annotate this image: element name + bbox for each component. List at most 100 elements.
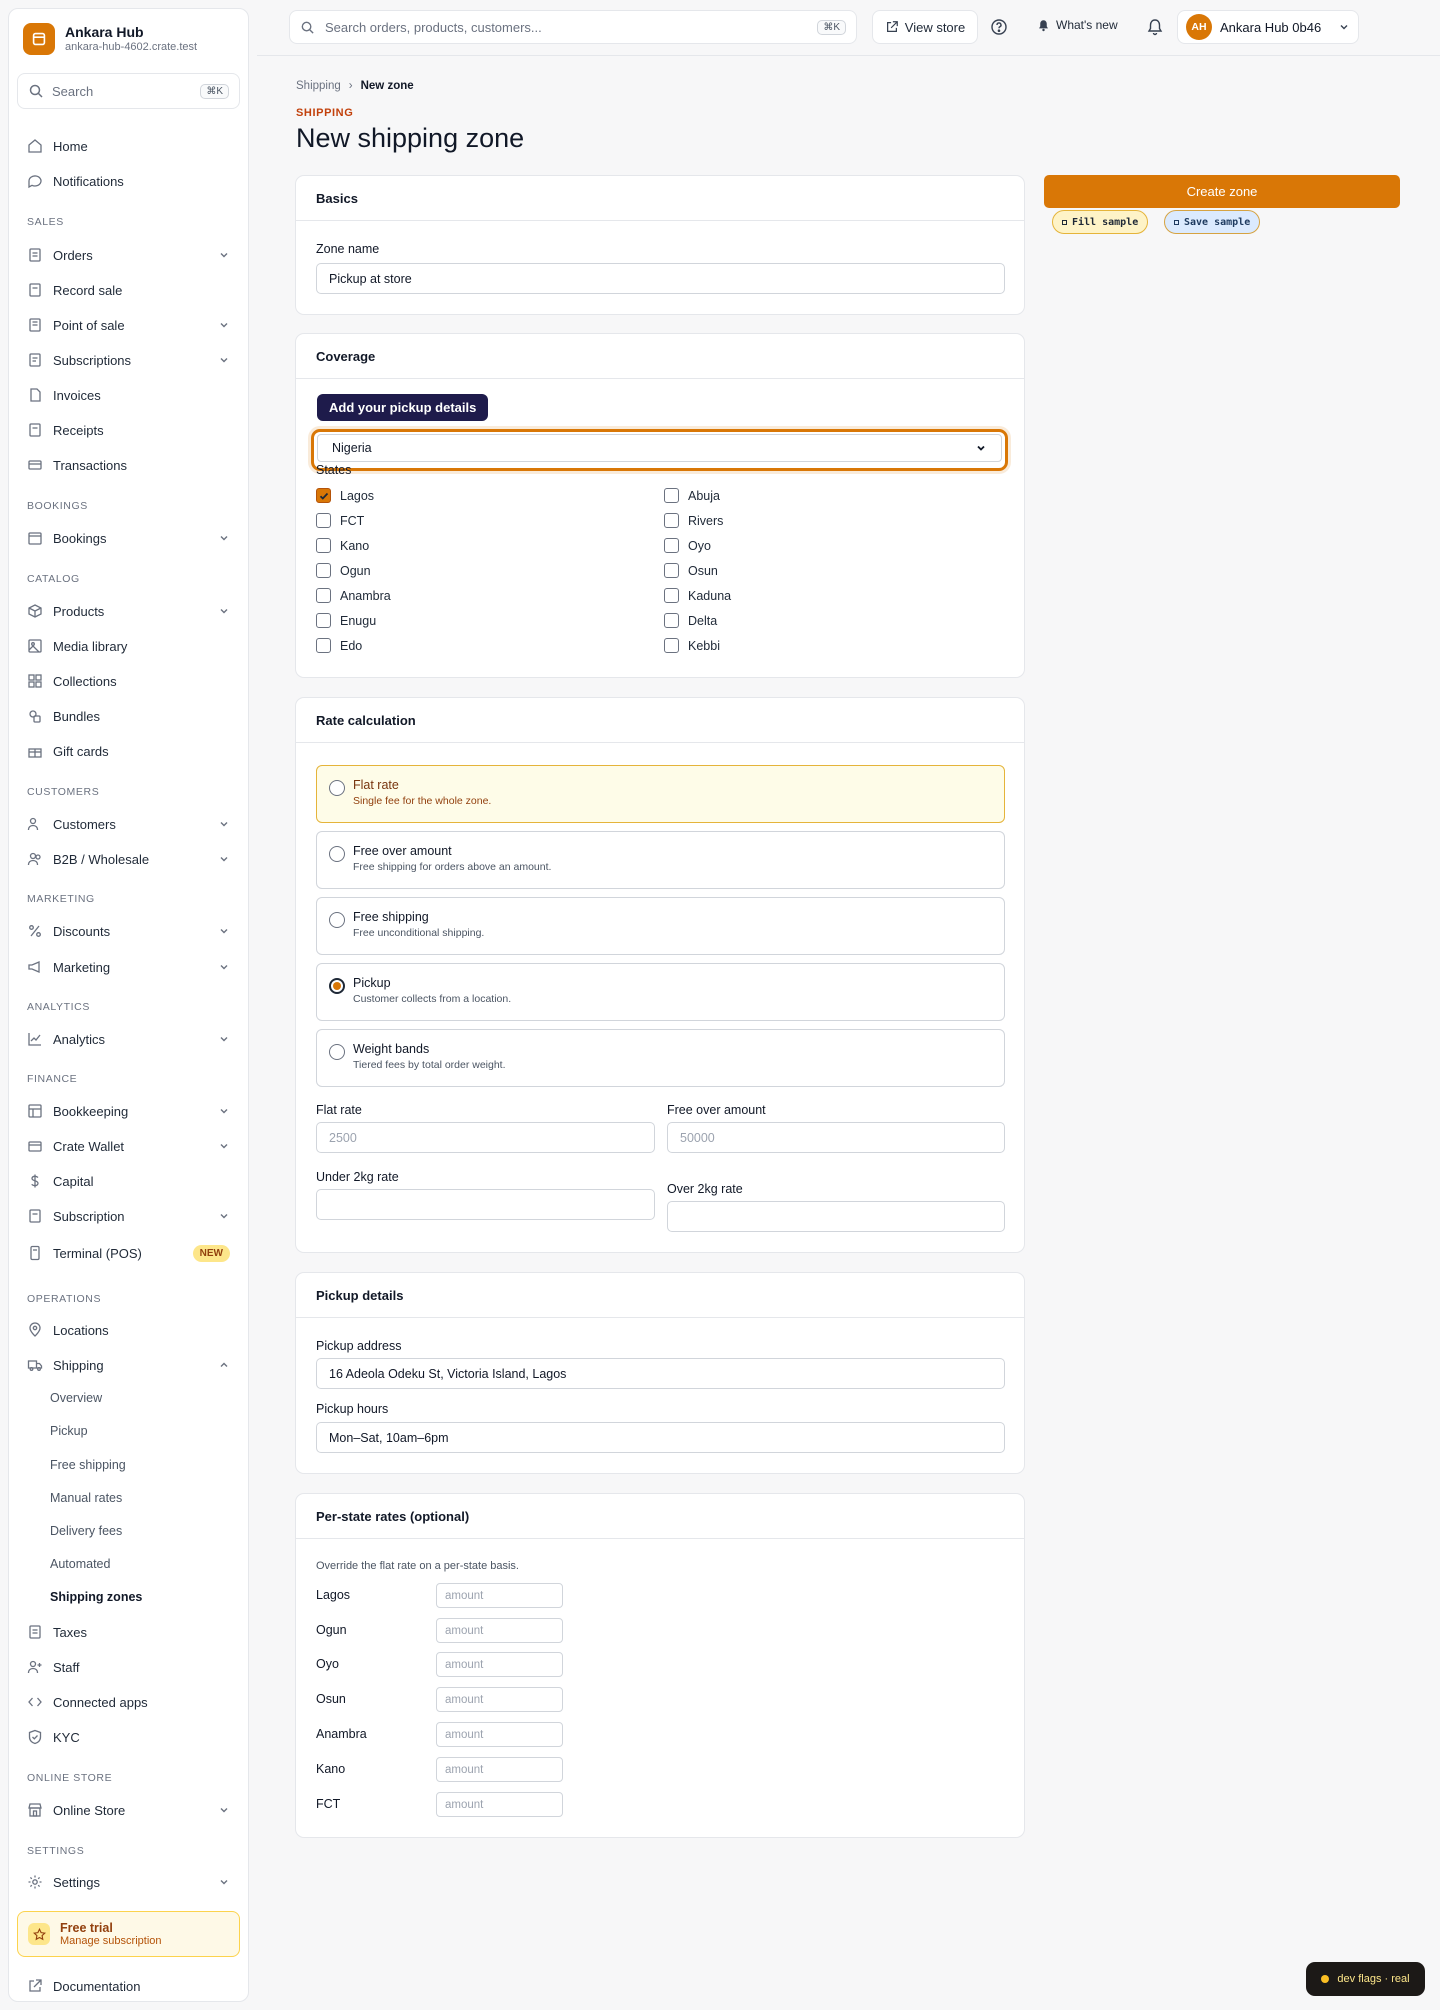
sidebar-item-invoices[interactable]: Invoices: [17, 380, 240, 410]
sidebar-item-analytics[interactable]: Analytics: [17, 1024, 240, 1054]
sidebar-item-marketing[interactable]: Marketing: [17, 952, 240, 982]
under-2kg-input[interactable]: [316, 1189, 655, 1220]
sidebar-item-collections[interactable]: Collections: [17, 666, 240, 696]
sidebar-item-discounts[interactable]: Discounts: [17, 916, 240, 946]
sidebar-item-bundles[interactable]: Bundles: [17, 701, 240, 731]
sidebar-item-gift-cards[interactable]: Gift cards: [17, 736, 240, 766]
account-menu[interactable]: AH Ankara Hub 0b46: [1177, 10, 1359, 44]
brand[interactable]: Ankara Hub ankara-hub-4602.crate.test: [23, 23, 197, 55]
rate-option-weight-bands[interactable]: Weight bands Tiered fees by total order …: [316, 1029, 1005, 1087]
sidebar-item-home[interactable]: Home: [17, 131, 240, 161]
save-sample-button[interactable]: Save sample: [1164, 210, 1261, 234]
zone-name-input[interactable]: Pickup at store: [316, 263, 1005, 294]
sidebar-subitem-delivery-fees[interactable]: Delivery fees: [50, 1521, 122, 1541]
state-checkbox-kano[interactable]: Kano: [316, 538, 369, 553]
state-checkbox-ogun[interactable]: Ogun: [316, 563, 371, 578]
view-store-button[interactable]: View store: [872, 10, 978, 44]
sidebar-item-crate-wallet[interactable]: Crate Wallet: [17, 1131, 240, 1161]
per-state-input-kano[interactable]: amount: [436, 1757, 563, 1782]
sidebar-item-subscription[interactable]: Subscription: [17, 1201, 240, 1231]
state-checkbox-oyo[interactable]: Oyo: [664, 538, 711, 553]
sidebar-item-products[interactable]: Products: [17, 596, 240, 626]
sidebar-subitem-pickup[interactable]: Pickup: [50, 1421, 88, 1441]
state-checkbox-delta[interactable]: Delta: [664, 613, 717, 628]
help-icon[interactable]: [990, 18, 1008, 36]
placeholder: amount: [445, 1589, 484, 1602]
checkbox-icon: [316, 563, 331, 578]
sidebar-item-label: Locations: [53, 1322, 109, 1338]
sidebar-item-kyc[interactable]: KYC: [17, 1722, 240, 1752]
sidebar-subitem-free-shipping[interactable]: Free shipping: [50, 1455, 126, 1475]
free-over-input[interactable]: 50000: [667, 1122, 1005, 1153]
per-state-input-oyo[interactable]: amount: [436, 1652, 563, 1677]
free-trial-banner[interactable]: Free trial Manage subscription: [17, 1911, 240, 1957]
sidebar-subitem-manual-rates[interactable]: Manual rates: [50, 1488, 122, 1508]
sidebar-subitem-overview[interactable]: Overview: [50, 1388, 102, 1408]
breadcrumb-shipping[interactable]: Shipping: [296, 80, 341, 92]
whats-new-button[interactable]: What's new: [1037, 18, 1118, 32]
state-checkbox-abuja[interactable]: Abuja: [664, 488, 720, 503]
view-store-label: View store: [904, 19, 966, 35]
create-zone-button[interactable]: Create zone: [1044, 175, 1400, 208]
sidebar-item-receipts[interactable]: Receipts: [17, 415, 240, 445]
sidebar-item-bookkeeping[interactable]: Bookkeeping: [17, 1096, 240, 1126]
pickup-hours-input[interactable]: Mon–Sat, 10am–6pm: [316, 1422, 1005, 1453]
trial-title: Free trial: [60, 1921, 113, 1935]
global-search-input[interactable]: Search orders, products, customers... ⌘K: [289, 10, 857, 44]
dev-flags-button[interactable]: dev flags · real: [1306, 1962, 1425, 1996]
per-state-input-osun[interactable]: amount: [436, 1687, 563, 1712]
sidebar-subitem-shipping-zones[interactable]: Shipping zones: [50, 1587, 142, 1607]
state-checkbox-kaduna[interactable]: Kaduna: [664, 588, 731, 603]
state-checkbox-anambra[interactable]: Anambra: [316, 588, 391, 603]
per-state-input-fct[interactable]: amount: [436, 1792, 563, 1817]
brand-url: ankara-hub-4602.crate.test: [65, 41, 198, 53]
over-2kg-input[interactable]: [667, 1201, 1005, 1232]
state-name: Ogun: [340, 563, 371, 578]
sidebar-item-shipping[interactable]: Shipping: [17, 1350, 240, 1380]
sidebar-item-terminal[interactable]: Terminal (POS) NEW: [17, 1238, 240, 1268]
state-name: Lagos: [340, 488, 375, 503]
map-pin-icon: [29, 1322, 41, 1337]
per-state-input-ogun[interactable]: amount: [436, 1618, 563, 1643]
sidebar-item-transactions[interactable]: Transactions: [17, 450, 240, 480]
sidebar-item-orders[interactable]: Orders: [17, 240, 240, 270]
sidebar-item-record-sale[interactable]: Record sale: [17, 275, 240, 305]
sidebar-item-connected-apps[interactable]: Connected apps: [17, 1687, 240, 1717]
state-checkbox-osun[interactable]: Osun: [664, 563, 718, 578]
per-state-input-lagos[interactable]: amount: [436, 1583, 563, 1608]
fill-sample-button[interactable]: Fill sample: [1052, 210, 1149, 234]
sidebar-item-subscriptions[interactable]: Subscriptions: [17, 345, 240, 375]
state-checkbox-fct[interactable]: FCT: [316, 513, 364, 528]
rate-option-free-over-amount[interactable]: Free over amount Free shipping for order…: [316, 831, 1005, 889]
sidebar-item-documentation[interactable]: Documentation: [17, 1971, 240, 2001]
rate-option-flat-rate[interactable]: Flat rate Single fee for the whole zone.: [316, 765, 1005, 823]
state-checkbox-kebbi[interactable]: Kebbi: [664, 638, 720, 653]
state-checkbox-edo[interactable]: Edo: [316, 638, 362, 653]
sidebar-item-capital[interactable]: Capital: [17, 1166, 240, 1196]
sidebar-item-customers[interactable]: Customers: [17, 809, 240, 839]
sidebar-item-point-of-sale[interactable]: Point of sale: [17, 310, 240, 340]
flat-rate-input[interactable]: 2500: [316, 1122, 655, 1153]
sidebar-item-media-library[interactable]: Media library: [17, 631, 240, 661]
state-checkbox-enugu[interactable]: Enugu: [316, 613, 376, 628]
sidebar-item-taxes[interactable]: Taxes: [17, 1617, 240, 1647]
rate-option-pickup[interactable]: Pickup Customer collects from a location…: [316, 963, 1005, 1021]
rate-option-free-shipping[interactable]: Free shipping Free unconditional shippin…: [316, 897, 1005, 955]
sidebar-subitem-automated[interactable]: Automated: [50, 1554, 110, 1574]
per-state-input-anambra[interactable]: amount: [436, 1722, 563, 1747]
country-select[interactable]: Nigeria: [317, 434, 1002, 462]
sidebar-item-online-store[interactable]: Online Store: [17, 1795, 240, 1825]
state-checkbox-lagos[interactable]: Lagos: [316, 488, 374, 503]
sidebar-item-locations[interactable]: Locations: [17, 1315, 240, 1345]
sidebar-item-bookings[interactable]: Bookings: [17, 523, 240, 553]
sidebar-item-settings[interactable]: Settings: [17, 1867, 240, 1897]
notifications-bell-icon[interactable]: [1146, 18, 1164, 36]
sidebar-item-b2b[interactable]: B2B / Wholesale: [17, 844, 240, 874]
sidebar-search[interactable]: Search ⌘K: [17, 73, 240, 109]
manage-subscription-link[interactable]: Manage subscription: [60, 1935, 162, 1947]
sidebar-item-staff[interactable]: Staff: [17, 1652, 240, 1682]
state-checkbox-rivers[interactable]: Rivers: [664, 513, 723, 528]
sidebar-item-label: Gift cards: [53, 743, 109, 759]
pickup-address-input[interactable]: 16 Adeola Odeku St, Victoria Island, Lag…: [316, 1358, 1005, 1389]
sidebar-item-notifications[interactable]: Notifications: [17, 166, 240, 196]
